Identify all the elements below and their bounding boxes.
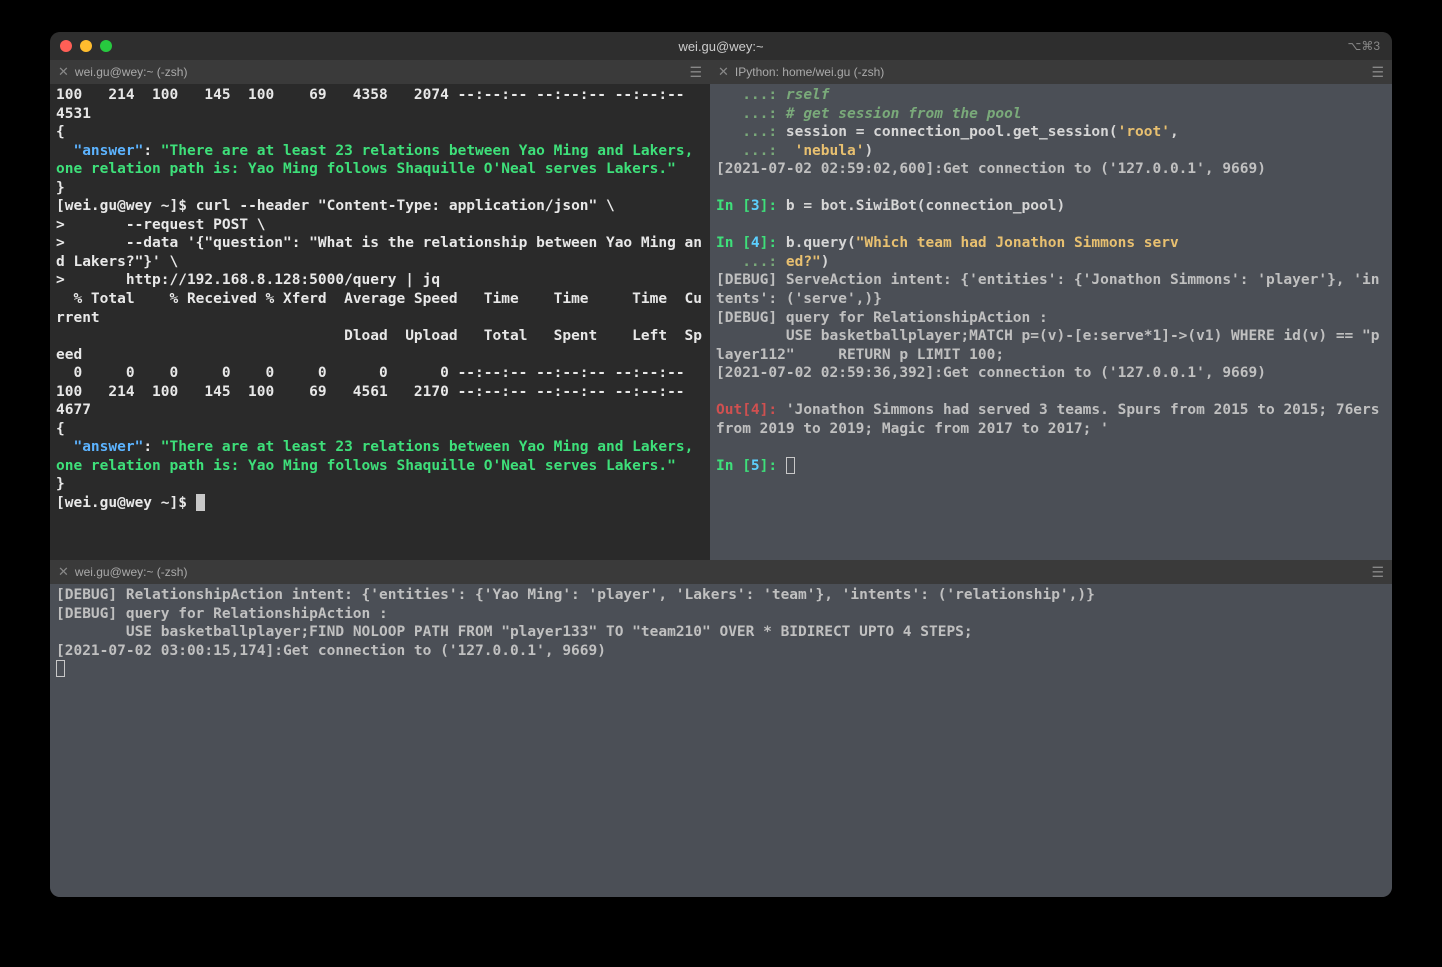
curl-cmd: > --data '{"question": "What is the rela…: [56, 235, 702, 270]
ipy-continuation: ...:: [716, 106, 786, 122]
pane-menu-icon[interactable]: ☰: [689, 64, 702, 81]
py-paren: ): [821, 254, 830, 270]
json-key: "answer": [73, 143, 143, 159]
curl-progress: 100 214 100 145 100 69 4561 2170 --:--:-…: [56, 384, 702, 419]
py-string: ed?": [786, 254, 821, 270]
ipy-result: 'Jonathon Simmons had served 3 teams. Sp…: [716, 402, 1388, 437]
curl-progress: 0 0 0 0 0 0 0 0 --:--:-- --:--:-- --:--:…: [56, 365, 685, 381]
ipy-in: ]:: [760, 198, 786, 214]
ipy-num: 5: [751, 458, 760, 474]
py-string: "Which team had Jonathon Simmons serv: [856, 235, 1179, 251]
close-tab-icon[interactable]: ✕: [58, 564, 69, 580]
titlebar[interactable]: wei.gu@wey:~ ⌥⌘3: [50, 32, 1392, 60]
debug-line: [DEBUG] RelationshipAction intent: {'ent…: [56, 587, 1095, 603]
pane-left[interactable]: ✕ wei.gu@wey:~ (-zsh) ☰ 100 214 100 145 …: [50, 60, 710, 560]
debug-line: USE basketballplayer;MATCH p=(v)-[e:serv…: [716, 328, 1379, 363]
debug-line: [DEBUG] query for RelationshipAction :: [56, 606, 388, 622]
json-brace: {: [56, 421, 65, 437]
window-title: wei.gu@wey:~: [50, 39, 1392, 54]
debug-line: USE basketballplayer;FIND NOLOOP PATH FR…: [56, 624, 973, 640]
py-code: session = connection_pool.get_session(: [786, 124, 1118, 140]
ipy-continuation: ...:: [716, 87, 786, 103]
ipy-in: ]:: [760, 458, 786, 474]
ipy-in: In [: [716, 235, 751, 251]
curl-cmd: > http://192.168.8.128:5000/query | jq: [56, 272, 440, 288]
terminal-window: wei.gu@wey:~ ⌥⌘3 ✕ wei.gu@wey:~ (-zsh) ☰…: [50, 32, 1392, 897]
curl-cmd: > --request POST \: [56, 217, 266, 233]
tab-title: wei.gu@wey:~ (-zsh): [75, 565, 188, 579]
log-line: [2021-07-02 02:59:36,392]:Get connection…: [716, 365, 1266, 381]
ipy-continuation: ...:: [716, 143, 786, 159]
tabbar-right[interactable]: ✕ IPython: home/wei.gu (-zsh) ☰: [710, 60, 1392, 84]
close-tab-icon[interactable]: ✕: [58, 64, 69, 80]
terminal-left[interactable]: 100 214 100 145 100 69 4358 2074 --:--:-…: [50, 84, 710, 560]
ipy-num: 4: [751, 402, 760, 418]
log-line: [2021-07-02 02:59:02,600]:Get connection…: [716, 161, 1266, 177]
ipy-out: ]:: [760, 402, 786, 418]
curl-cmd: curl --header "Content-Type: application…: [196, 198, 615, 214]
curl-header: % Total % Received % Xferd Average Speed…: [56, 291, 702, 326]
curl-progress: 100 214 100 145 100 69 4358 2074 --:--:-…: [56, 87, 702, 122]
cursor: [196, 494, 205, 511]
json-brace: }: [56, 180, 65, 196]
curl-header: Dload Upload Total Spent Left Speed: [56, 328, 702, 363]
py-code: b = bot.SiwiBot(connection_pool): [786, 198, 1065, 214]
close-tab-icon[interactable]: ✕: [718, 64, 729, 80]
ipy-num: 4: [751, 235, 760, 251]
ipy-out: Out[: [716, 402, 751, 418]
py-string: 'nebula': [786, 143, 865, 159]
minimize-icon[interactable]: [80, 40, 92, 52]
tabbar-bottom[interactable]: ✕ wei.gu@wey:~ (-zsh) ☰: [50, 560, 1392, 584]
json-key: "answer": [73, 439, 143, 455]
py-code: b.query(: [786, 235, 856, 251]
ipy-in: In [: [716, 458, 751, 474]
debug-line: [DEBUG] query for RelationshipAction :: [716, 310, 1048, 326]
py-comment: # get session from the pool: [786, 106, 1022, 122]
ipy-continuation: ...:: [716, 124, 786, 140]
ipy-num: 3: [751, 198, 760, 214]
cursor: [786, 457, 795, 474]
log-line: [2021-07-02 03:00:15,174]:Get connection…: [56, 643, 606, 659]
json-brace: }: [56, 476, 65, 492]
py-paren: ): [864, 143, 873, 159]
terminal-right[interactable]: ...: rself ...: # get session from the p…: [710, 84, 1392, 560]
pane-menu-icon[interactable]: ☰: [1371, 564, 1384, 581]
pane-menu-icon[interactable]: ☰: [1371, 64, 1384, 81]
shell-prompt: [wei.gu@wey ~]$: [56, 198, 196, 214]
json-colon: :: [143, 143, 160, 159]
maximize-icon[interactable]: [100, 40, 112, 52]
tab-title: wei.gu@wey:~ (-zsh): [75, 65, 188, 79]
pane-bottom[interactable]: ✕ wei.gu@wey:~ (-zsh) ☰ [DEBUG] Relation…: [50, 560, 1392, 897]
close-icon[interactable]: [60, 40, 72, 52]
json-colon: :: [143, 439, 160, 455]
debug-line: [DEBUG] ServeAction intent: {'entities':…: [716, 272, 1379, 307]
py-string: 'root': [1118, 124, 1170, 140]
tab-title: IPython: home/wei.gu (-zsh): [735, 65, 884, 79]
terminal-bottom[interactable]: [DEBUG] RelationshipAction intent: {'ent…: [50, 584, 1392, 897]
py-comma: ,: [1170, 124, 1179, 140]
pane-right[interactable]: ✕ IPython: home/wei.gu (-zsh) ☰ ...: rse…: [710, 60, 1392, 560]
shell-prompt: [wei.gu@wey ~]$: [56, 495, 196, 511]
ipy-in: In [: [716, 198, 751, 214]
py-ident: rself: [786, 87, 830, 103]
traffic-lights: [60, 40, 112, 52]
json-brace: {: [56, 124, 65, 140]
top-split: ✕ wei.gu@wey:~ (-zsh) ☰ 100 214 100 145 …: [50, 60, 1392, 560]
window-shortcut: ⌥⌘3: [1347, 39, 1380, 53]
ipy-continuation: ...:: [716, 254, 786, 270]
ipy-in: ]:: [760, 235, 786, 251]
cursor: [56, 660, 65, 677]
tabbar-left[interactable]: ✕ wei.gu@wey:~ (-zsh) ☰: [50, 60, 710, 84]
